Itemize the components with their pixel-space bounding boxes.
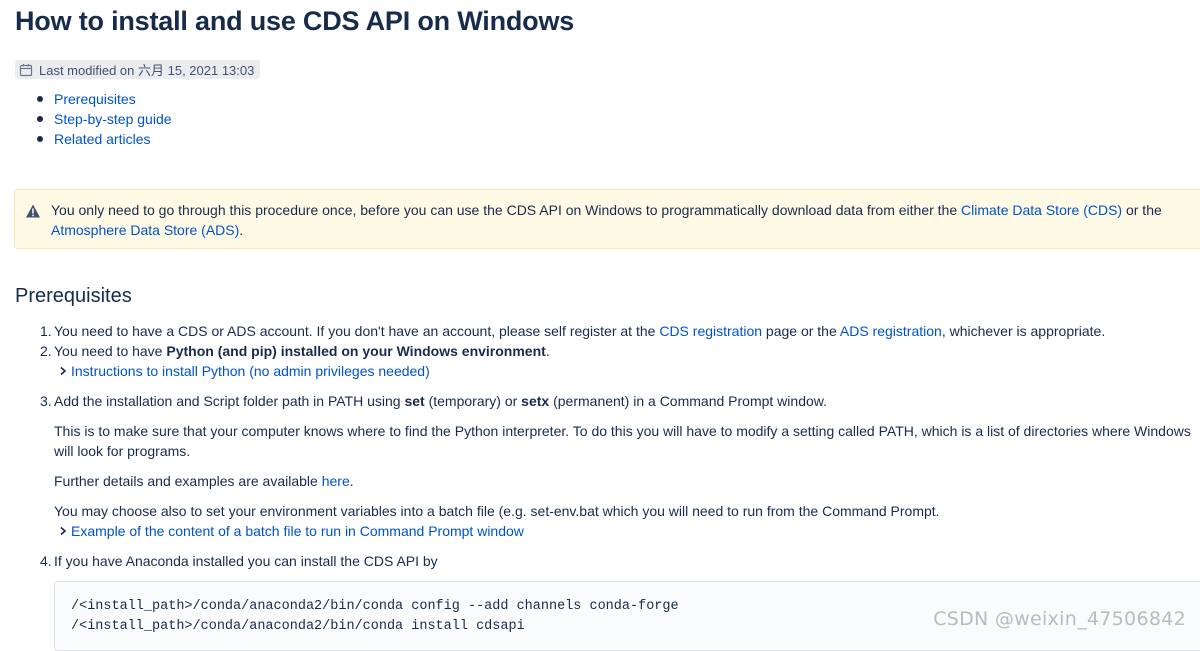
- step-text-bold: set: [404, 393, 425, 409]
- toc-link-prerequisites[interactable]: Prerequisites: [54, 91, 136, 107]
- climate-data-store-link[interactable]: Climate Data Store (CDS): [961, 202, 1122, 218]
- further-details: Further details and examples are availab…: [54, 471, 354, 491]
- step-1: 1. You need to have a CDS or ADS account.…: [40, 321, 1105, 341]
- code-line: /<install_path>/conda/anaconda2/bin/cond…: [71, 619, 525, 634]
- warning-text-part: You only need to go through this procedu…: [51, 202, 962, 218]
- step-text: (permanent) in a Command Prompt window.: [549, 393, 827, 409]
- step-text: .: [545, 343, 550, 359]
- step-text: (temporary) or: [424, 393, 522, 409]
- step-3: 3. Add the installation and Script folder…: [40, 391, 827, 411]
- step-text: You need to have a CDS or ADS account. I…: [54, 323, 660, 339]
- step-number: 2.: [40, 343, 52, 359]
- toc-item-related-articles: Related articles: [34, 129, 172, 149]
- toc-link-step-by-step[interactable]: Step-by-step guide: [54, 111, 172, 127]
- path-explanation: This is to make sure that your computer …: [54, 423, 1191, 459]
- atmosphere-data-store-link[interactable]: Atmosphere Data Store (ADS): [51, 222, 239, 238]
- toc-item-step-by-step: Step-by-step guide: [34, 109, 172, 129]
- expand-batch-file-example[interactable]: Example of the content of a batch file t…: [58, 521, 524, 541]
- step-number: 3.: [40, 393, 52, 409]
- last-modified-text: Last modified on 六月 15, 2021 13:03: [39, 63, 255, 78]
- cds-registration-link[interactable]: CDS registration: [659, 323, 762, 339]
- step-text: Add the installation and Script folder p…: [54, 393, 405, 409]
- batch-file-note: You may choose also to set your environm…: [54, 503, 940, 519]
- expand-label: Example of the content of a batch file t…: [71, 523, 524, 539]
- step-4: 4. If you have Anaconda installed you can…: [40, 551, 438, 571]
- warning-panel: You only need to go through this procedu…: [14, 189, 1200, 249]
- warning-text-part: or the: [1122, 202, 1162, 218]
- step-number: 1.: [40, 323, 52, 339]
- warning-triangle-icon: [25, 203, 41, 219]
- step-text: page or the: [762, 323, 840, 339]
- csdn-watermark: CSDN @weixin_47506842: [933, 608, 1186, 630]
- step-text-bold: setx: [521, 393, 550, 409]
- toc-item-prerequisites: Prerequisites: [34, 89, 172, 109]
- step-2: 2. You need to have Python (and pip) inst…: [40, 341, 550, 361]
- para-text: .: [349, 473, 354, 489]
- prerequisites-heading: Prerequisites: [15, 285, 132, 307]
- step-text-bold: Python (and pip) installed on your Windo…: [166, 343, 546, 359]
- para-text: Further details and examples are availab…: [54, 473, 322, 489]
- step-text: , whichever is appropriate.: [941, 323, 1106, 339]
- expand-python-instructions[interactable]: Instructions to install Python (no admin…: [58, 361, 430, 381]
- page-title: How to install and use CDS API on Window…: [15, 6, 575, 36]
- ads-registration-link[interactable]: ADS registration: [840, 323, 942, 339]
- chevron-right-icon: [58, 366, 68, 376]
- warning-text: You only need to go through this procedu…: [51, 200, 1200, 240]
- calendar-icon: [19, 63, 33, 77]
- chevron-right-icon: [58, 526, 68, 536]
- expand-label: Instructions to install Python (no admin…: [71, 363, 430, 379]
- last-modified-badge[interactable]: Last modified on 六月 15, 2021 13:03: [15, 60, 261, 79]
- step-text: You need to have: [54, 343, 167, 359]
- table-of-contents: Prerequisites Step-by-step guide Related…: [34, 89, 172, 149]
- here-link[interactable]: here: [322, 473, 350, 489]
- code-line: /<install_path>/conda/anaconda2/bin/cond…: [71, 599, 679, 614]
- warning-text-part: .: [239, 222, 244, 238]
- step-number: 4.: [40, 553, 52, 569]
- step-text: If you have Anaconda installed you can i…: [54, 553, 438, 569]
- toc-link-related-articles[interactable]: Related articles: [54, 131, 151, 147]
